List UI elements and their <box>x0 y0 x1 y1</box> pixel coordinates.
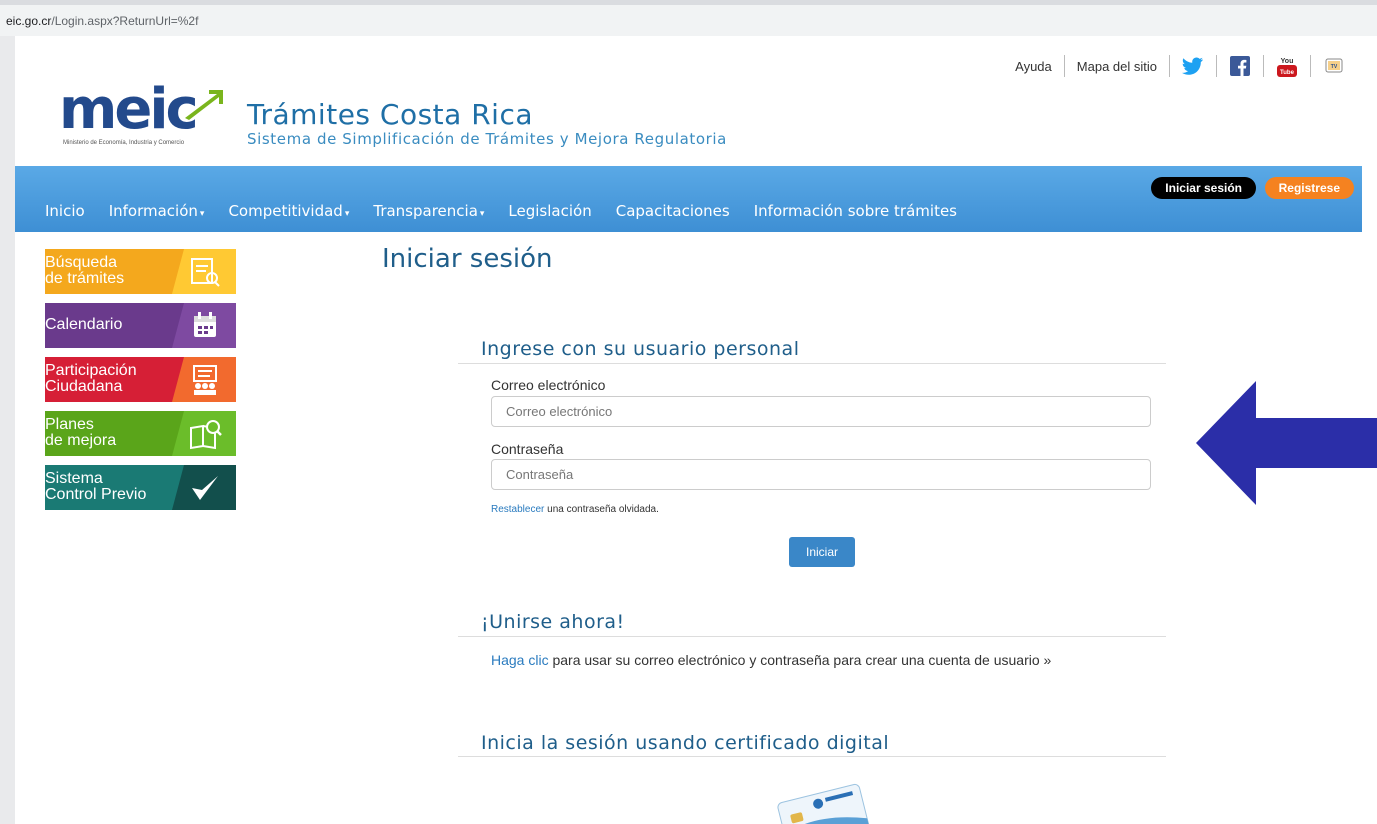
checkmark-arrow-icon <box>192 476 218 500</box>
section-certificate-heading: Inicia la sesión usando certificado digi… <box>481 732 890 754</box>
help-link[interactable]: Ayuda <box>1003 59 1064 74</box>
logo-wordmark: meic <box>59 77 199 142</box>
main-navigation: Inicio Información ▾ Competitividad ▾ Tran… <box>15 166 1362 232</box>
register-button[interactable]: Registrese <box>1264 177 1354 199</box>
divider <box>1216 55 1217 77</box>
nav-item-informacion-tramites[interactable]: Información sobre trámites <box>754 202 957 220</box>
sidebar-menu: Búsqueda de trámites Calendario Participa… <box>45 249 236 519</box>
site-title: Trámites Costa Rica <box>247 98 533 131</box>
caret-down-icon: ▾ <box>479 209 485 219</box>
divider <box>458 363 1166 364</box>
sidebar-item-busqueda[interactable]: Búsqueda de trámites <box>45 249 236 294</box>
logo-arrow-icon <box>185 90 223 120</box>
sidebar-item-planes[interactable]: Planes de mejora <box>45 411 236 456</box>
nav-item-transparencia[interactable]: Transparencia ▾ <box>373 202 484 220</box>
sidebar-item-control-previo[interactable]: Sistema Control Previo <box>45 465 236 510</box>
join-text: Haga clic para usar su correo electrónic… <box>491 652 1052 668</box>
svg-text:TV: TV <box>1331 64 1338 70</box>
forgot-password-text: Restablecer una contraseña olvidada. <box>491 504 659 515</box>
meic-tv-icon[interactable]: TV <box>1323 56 1345 76</box>
page-title: Iniciar sesión <box>382 244 553 274</box>
svg-text:Tube: Tube <box>1280 70 1295 76</box>
password-label: Contraseña <box>491 441 564 457</box>
digital-certificate-card-icon[interactable] <box>774 781 870 824</box>
logo-tagline: Ministerio de Economía, Industria y Come… <box>63 140 185 146</box>
twitter-icon[interactable] <box>1182 56 1204 76</box>
nav-item-competitividad[interactable]: Competitividad ▾ <box>228 202 349 220</box>
caret-down-icon: ▾ <box>199 209 205 219</box>
calendar-icon <box>194 312 216 337</box>
login-button[interactable]: Iniciar sesión <box>1151 177 1256 199</box>
password-field[interactable] <box>491 459 1151 490</box>
submit-login-button[interactable]: Iniciar <box>789 537 855 567</box>
caret-down-icon: ▾ <box>344 209 350 219</box>
site-subtitle: Sistema de Simplificación de Trámites y … <box>247 130 727 148</box>
divider <box>458 756 1166 757</box>
reset-password-link[interactable]: Restablecer <box>491 504 544 515</box>
top-links: Ayuda Mapa del sitio Tube You TV <box>1003 54 1357 78</box>
people-board-icon <box>193 365 217 395</box>
divider <box>1310 55 1311 77</box>
section-personal-heading: Ingrese con su usuario personal <box>481 338 800 360</box>
annotation-arrow-icon <box>1196 381 1377 505</box>
divider <box>1169 55 1170 77</box>
join-link[interactable]: Haga clic <box>491 652 549 668</box>
browser-address-bar[interactable]: eic.go.cr/Login.aspx?ReturnUrl=%2f <box>0 0 1377 36</box>
nav-menu: Inicio Información ▾ Competitividad ▾ Tran… <box>45 202 981 220</box>
sidebar-item-participacion[interactable]: Participación Ciudadana <box>45 357 236 402</box>
divider <box>1263 55 1264 77</box>
email-field[interactable] <box>491 396 1151 427</box>
facebook-icon[interactable] <box>1229 56 1251 76</box>
sitemap-link[interactable]: Mapa del sitio <box>1065 59 1169 74</box>
email-label: Correo electrónico <box>491 377 606 393</box>
nav-item-capacitaciones[interactable]: Capacitaciones <box>616 202 730 220</box>
divider <box>458 636 1166 637</box>
browser-url[interactable]: eic.go.cr/Login.aspx?ReturnUrl=%2f <box>6 14 198 28</box>
sidebar-item-calendario[interactable]: Calendario <box>45 303 236 348</box>
svg-text:You: You <box>1281 58 1294 65</box>
nav-item-inicio[interactable]: Inicio <box>45 202 85 220</box>
nav-item-informacion[interactable]: Información ▾ <box>109 202 205 220</box>
search-document-icon <box>191 258 220 287</box>
meic-logo[interactable]: meic Ministerio de Economía, Industria y… <box>59 82 227 152</box>
section-join-heading: ¡Unirse ahora! <box>481 611 625 633</box>
youtube-icon[interactable]: Tube You <box>1276 56 1298 77</box>
browser-left-gutter <box>0 36 15 824</box>
nav-item-legislacion[interactable]: Legislación <box>508 202 591 220</box>
book-magnifier-icon <box>190 420 222 450</box>
